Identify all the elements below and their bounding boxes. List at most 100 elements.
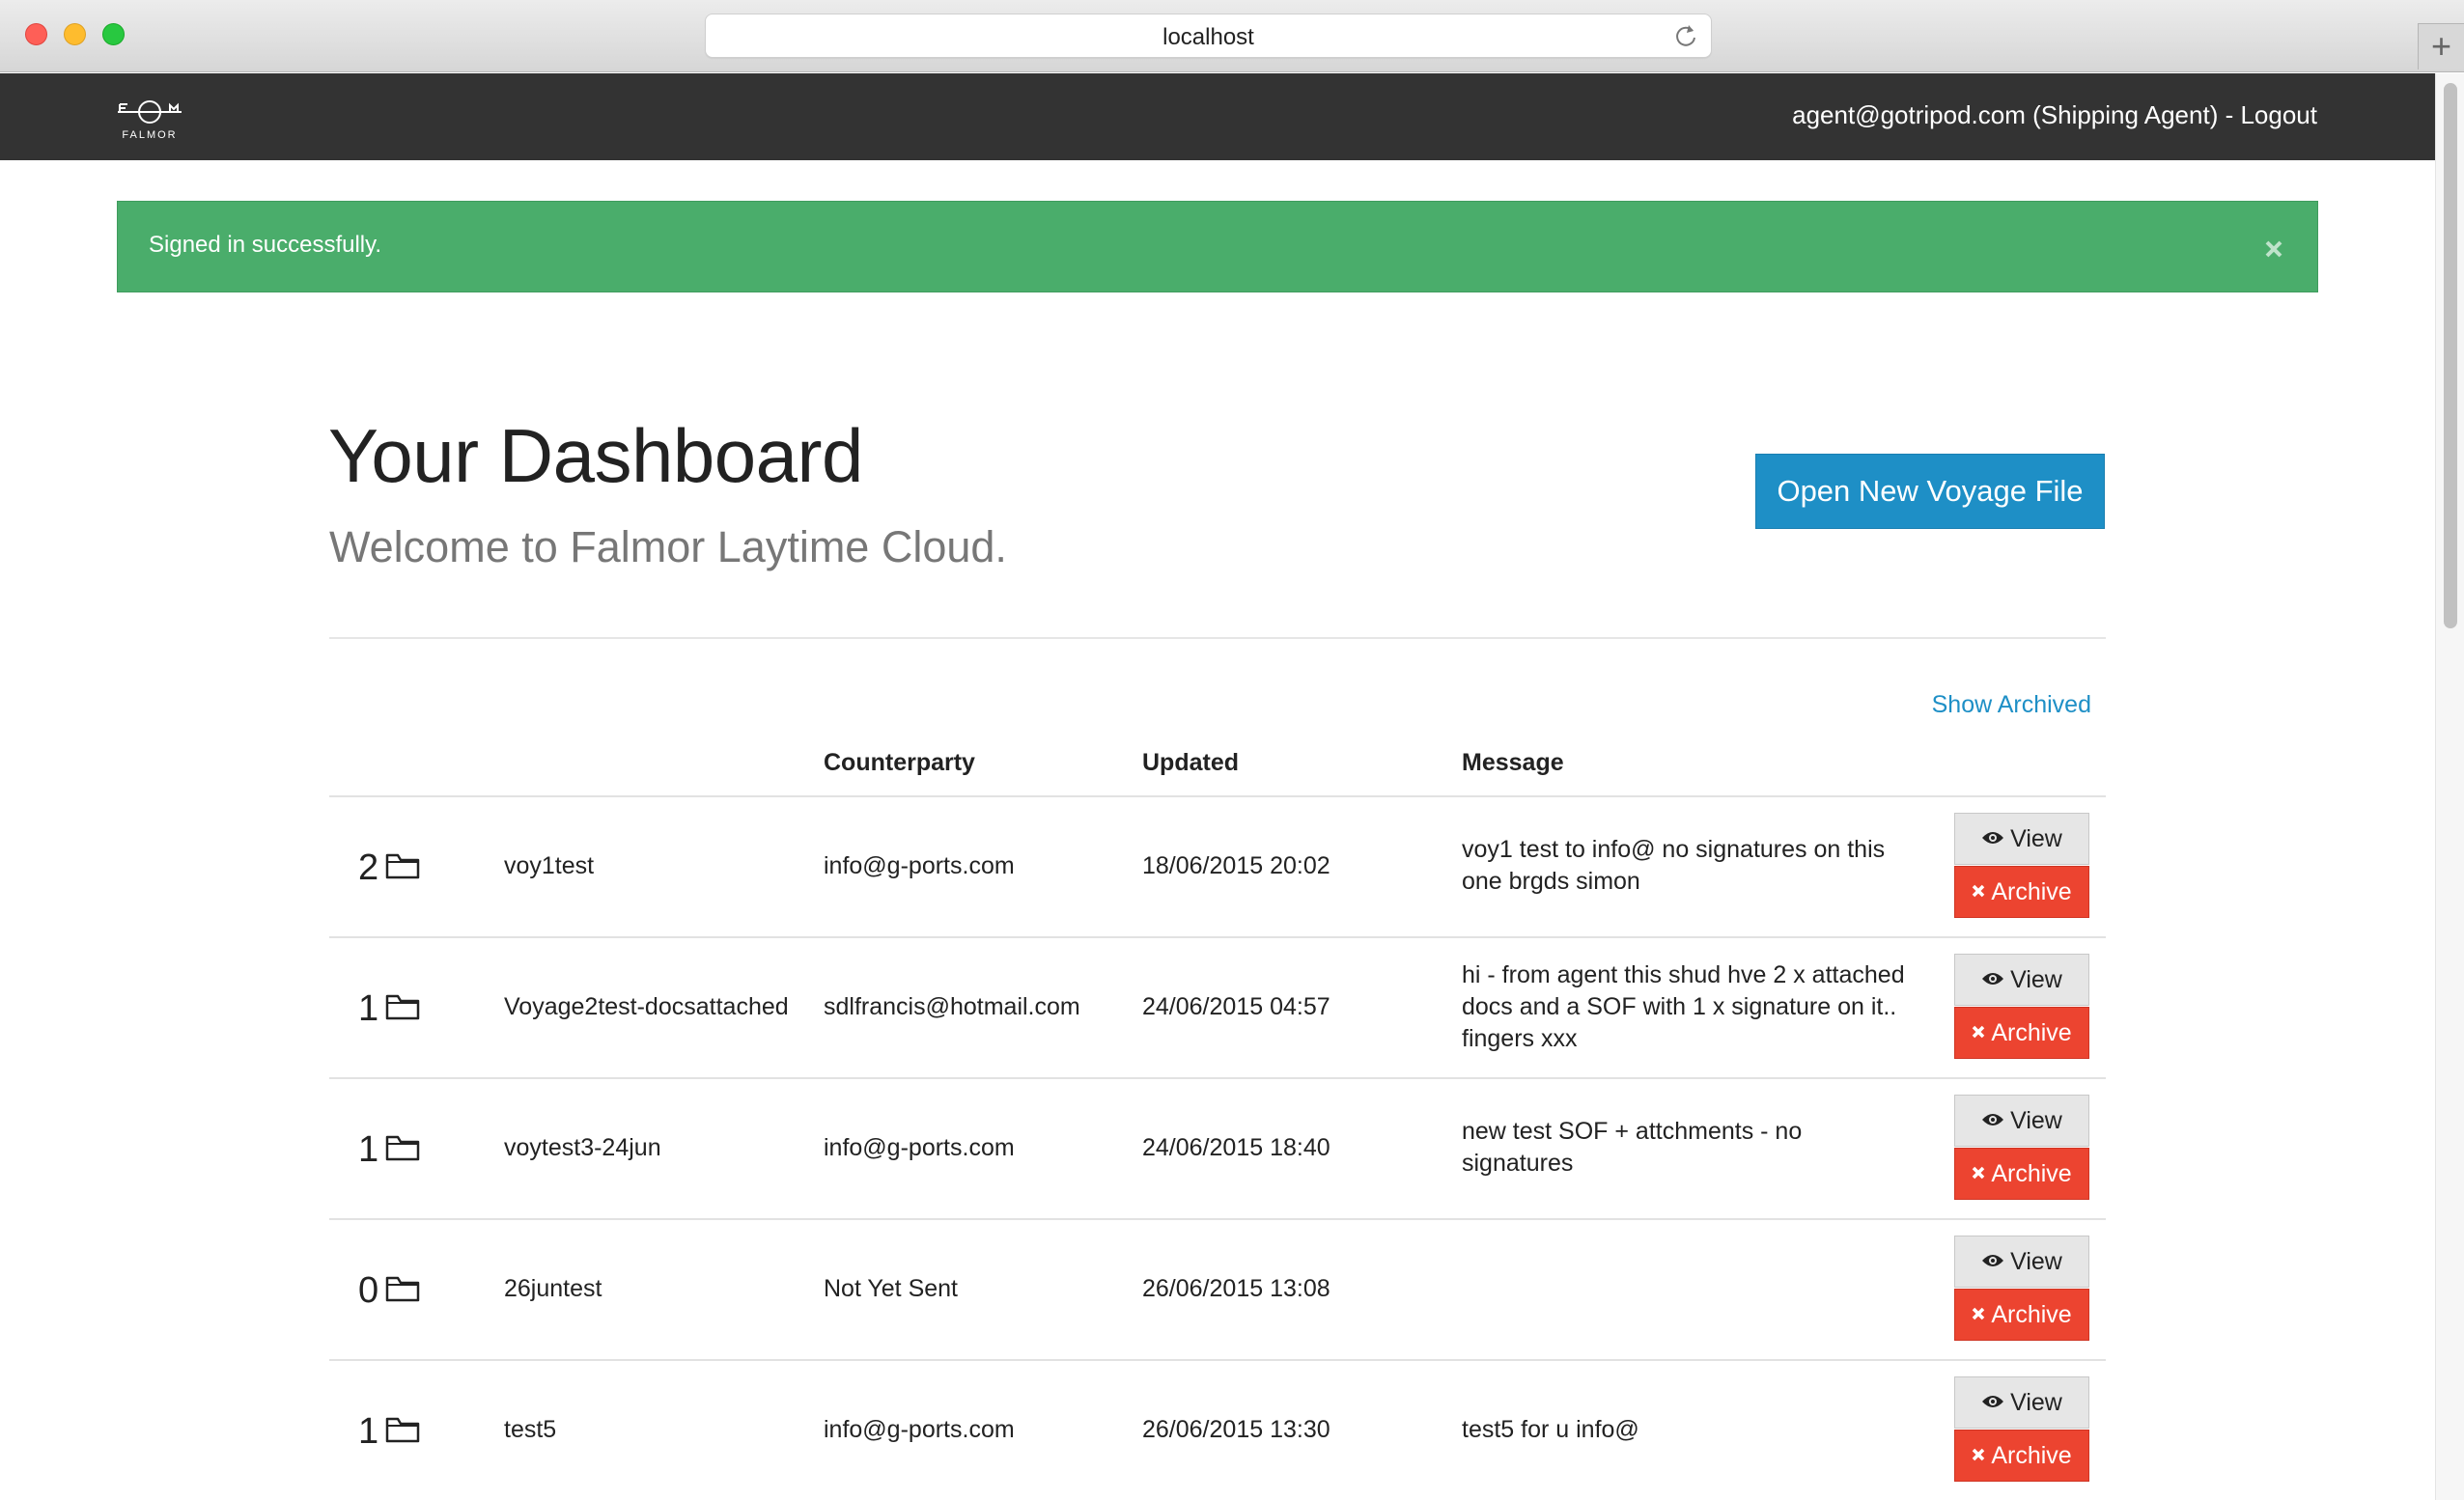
view-label: View [2010, 966, 2062, 993]
new-tab-icon: + [2430, 26, 2452, 66]
archive-button[interactable]: Archive [1954, 866, 2089, 918]
eye-icon [1982, 973, 2004, 986]
archive-label: Archive [1991, 1019, 2072, 1046]
archive-label: Archive [1991, 1442, 2072, 1469]
view-button[interactable]: View [1954, 1095, 2089, 1147]
updated-date: 26/06/2015 13:30 [1142, 1416, 1330, 1443]
view-button[interactable]: View [1954, 813, 2089, 865]
browser-toolbar: localhost + [0, 0, 2464, 72]
updated-date: 18/06/2015 20:02 [1142, 852, 1330, 879]
archive-button[interactable]: Archive [1954, 1007, 2089, 1059]
message-line: test5 for u info@ [1462, 1416, 1639, 1443]
archive-label: Archive [1991, 1160, 2072, 1187]
counterparty: info@g-ports.com [824, 1134, 1015, 1161]
message: voy1 test to info@ no signatures on this… [1462, 834, 1925, 898]
message-line: signatures [1462, 1150, 1574, 1177]
updated-date: 24/06/2015 18:40 [1142, 1134, 1330, 1161]
table-row: 1 test5 info@g-ports.com 26/06/2015 13:30 te… [329, 1359, 2106, 1500]
document-count: 1 [358, 1411, 379, 1452]
header-message: Message [1462, 749, 1564, 776]
app-navbar: FALMOR agent@gotripod.com (Shipping Agen… [0, 73, 2435, 160]
folder-icon [385, 1276, 420, 1302]
document-count: 1 [358, 1129, 379, 1170]
x-icon [1973, 1449, 1985, 1461]
voyage-name: voy1test [504, 852, 595, 879]
updated-date: 24/06/2015 04:57 [1142, 993, 1330, 1020]
message-line: hi - from agent this shud hve 2 x attach… [1462, 961, 1905, 988]
user-identity: agent@gotripod.com (Shipping Agent) - [1792, 100, 2234, 129]
user-info: agent@gotripod.com (Shipping Agent) - Lo… [1792, 100, 2317, 130]
divider [329, 637, 2106, 639]
message-line: one brgds simon [1462, 868, 1640, 895]
counterparty: sdlfrancis@hotmail.com [824, 993, 1080, 1020]
voyage-name: voytest3-24jun [504, 1134, 661, 1161]
voyage-name: Voyage2test-docsattached [504, 993, 789, 1020]
document-count: 1 [358, 988, 379, 1029]
window-minimize-button[interactable] [64, 23, 86, 45]
success-alert: Signed in successfully. [117, 201, 2318, 292]
archive-label: Archive [1991, 1301, 2072, 1328]
falmor-logo[interactable]: FALMOR [116, 98, 183, 141]
view-label: View [2010, 1107, 2062, 1134]
view-button[interactable]: View [1954, 1236, 2089, 1288]
folder-icon [385, 994, 420, 1020]
page-title: Your Dashboard [328, 413, 863, 498]
view-button[interactable]: View [1954, 954, 2089, 1006]
archive-button[interactable]: Archive [1954, 1289, 2089, 1341]
url-text: localhost [1162, 24, 1254, 50]
eye-icon [1982, 1396, 2004, 1408]
view-button[interactable]: View [1954, 1376, 2089, 1429]
counterparty: info@g-ports.com [824, 1416, 1015, 1443]
logout-link[interactable]: Logout [2240, 100, 2317, 129]
counterparty: Not Yet Sent [824, 1275, 959, 1302]
window-zoom-button[interactable] [102, 23, 125, 45]
x-icon [1973, 1167, 1985, 1180]
table-row: 1 Voyage2test-docsattached sdlfrancis@hotm… [329, 936, 2106, 1077]
address-bar[interactable]: localhost [705, 14, 1712, 58]
eye-icon [1982, 1114, 2004, 1126]
counterparty: info@g-ports.com [824, 852, 1015, 879]
document-count: 0 [358, 1270, 379, 1311]
view-label: View [2010, 1389, 2062, 1416]
header-updated: Updated [1142, 749, 1239, 776]
table-row: 2 voy1test info@g-ports.com 18/06/2015 20:0… [329, 795, 2106, 936]
archive-label: Archive [1991, 878, 2072, 905]
x-icon [1973, 1026, 1985, 1039]
eye-icon [1982, 832, 2004, 845]
page-subtitle: Welcome to Falmor Laytime Cloud. [329, 522, 1007, 571]
header-counterparty: Counterparty [824, 749, 975, 776]
page-scrollbar[interactable] [2435, 73, 2464, 1500]
archive-button[interactable]: Archive [1954, 1430, 2089, 1482]
open-new-voyage-button[interactable]: Open New Voyage File [1755, 454, 2105, 529]
document-count: 2 [358, 847, 379, 888]
new-tab-button[interactable]: + [2418, 23, 2464, 69]
folder-icon [385, 1417, 420, 1443]
eye-icon [1982, 1255, 2004, 1267]
table-row: 0 26juntest Not Yet Sent 26/06/2015 13:08 Vi… [329, 1218, 2106, 1359]
archive-button[interactable]: Archive [1954, 1148, 2089, 1200]
updated-date: 26/06/2015 13:08 [1142, 1275, 1330, 1302]
logo-wordmark: FALMOR [122, 129, 178, 141]
message: new test SOF + attchments - no signatures [1462, 1116, 1925, 1180]
reload-icon[interactable] [1672, 22, 1699, 49]
message-line: new test SOF + attchments - no [1462, 1118, 1803, 1145]
close-icon[interactable] [2263, 238, 2284, 260]
message: test5 for u info@ [1462, 1414, 1925, 1446]
view-label: View [2010, 1248, 2062, 1275]
voyage-name: test5 [504, 1416, 557, 1443]
folder-icon [385, 853, 420, 879]
x-icon [1973, 1308, 1985, 1320]
x-icon [1973, 885, 1985, 898]
alert-message: Signed in successfully. [149, 232, 382, 258]
scrollbar-thumb[interactable] [2444, 83, 2457, 628]
folder-icon [385, 1135, 420, 1161]
voyage-name: 26juntest [504, 1275, 602, 1302]
table-row: 1 voytest3-24jun info@g-ports.com 24/06/201… [329, 1077, 2106, 1218]
message: hi - from agent this shud hve 2 x attach… [1462, 959, 1925, 1055]
falmor-logo-mark [118, 100, 182, 124]
message-line: docs and a SOF with 1 x signature on it.… [1462, 993, 1897, 1020]
window-close-button[interactable] [25, 23, 47, 45]
message-line: fingers xxx [1462, 1025, 1578, 1052]
view-label: View [2010, 825, 2062, 852]
show-archived-link[interactable]: Show Archived [1932, 691, 2091, 719]
